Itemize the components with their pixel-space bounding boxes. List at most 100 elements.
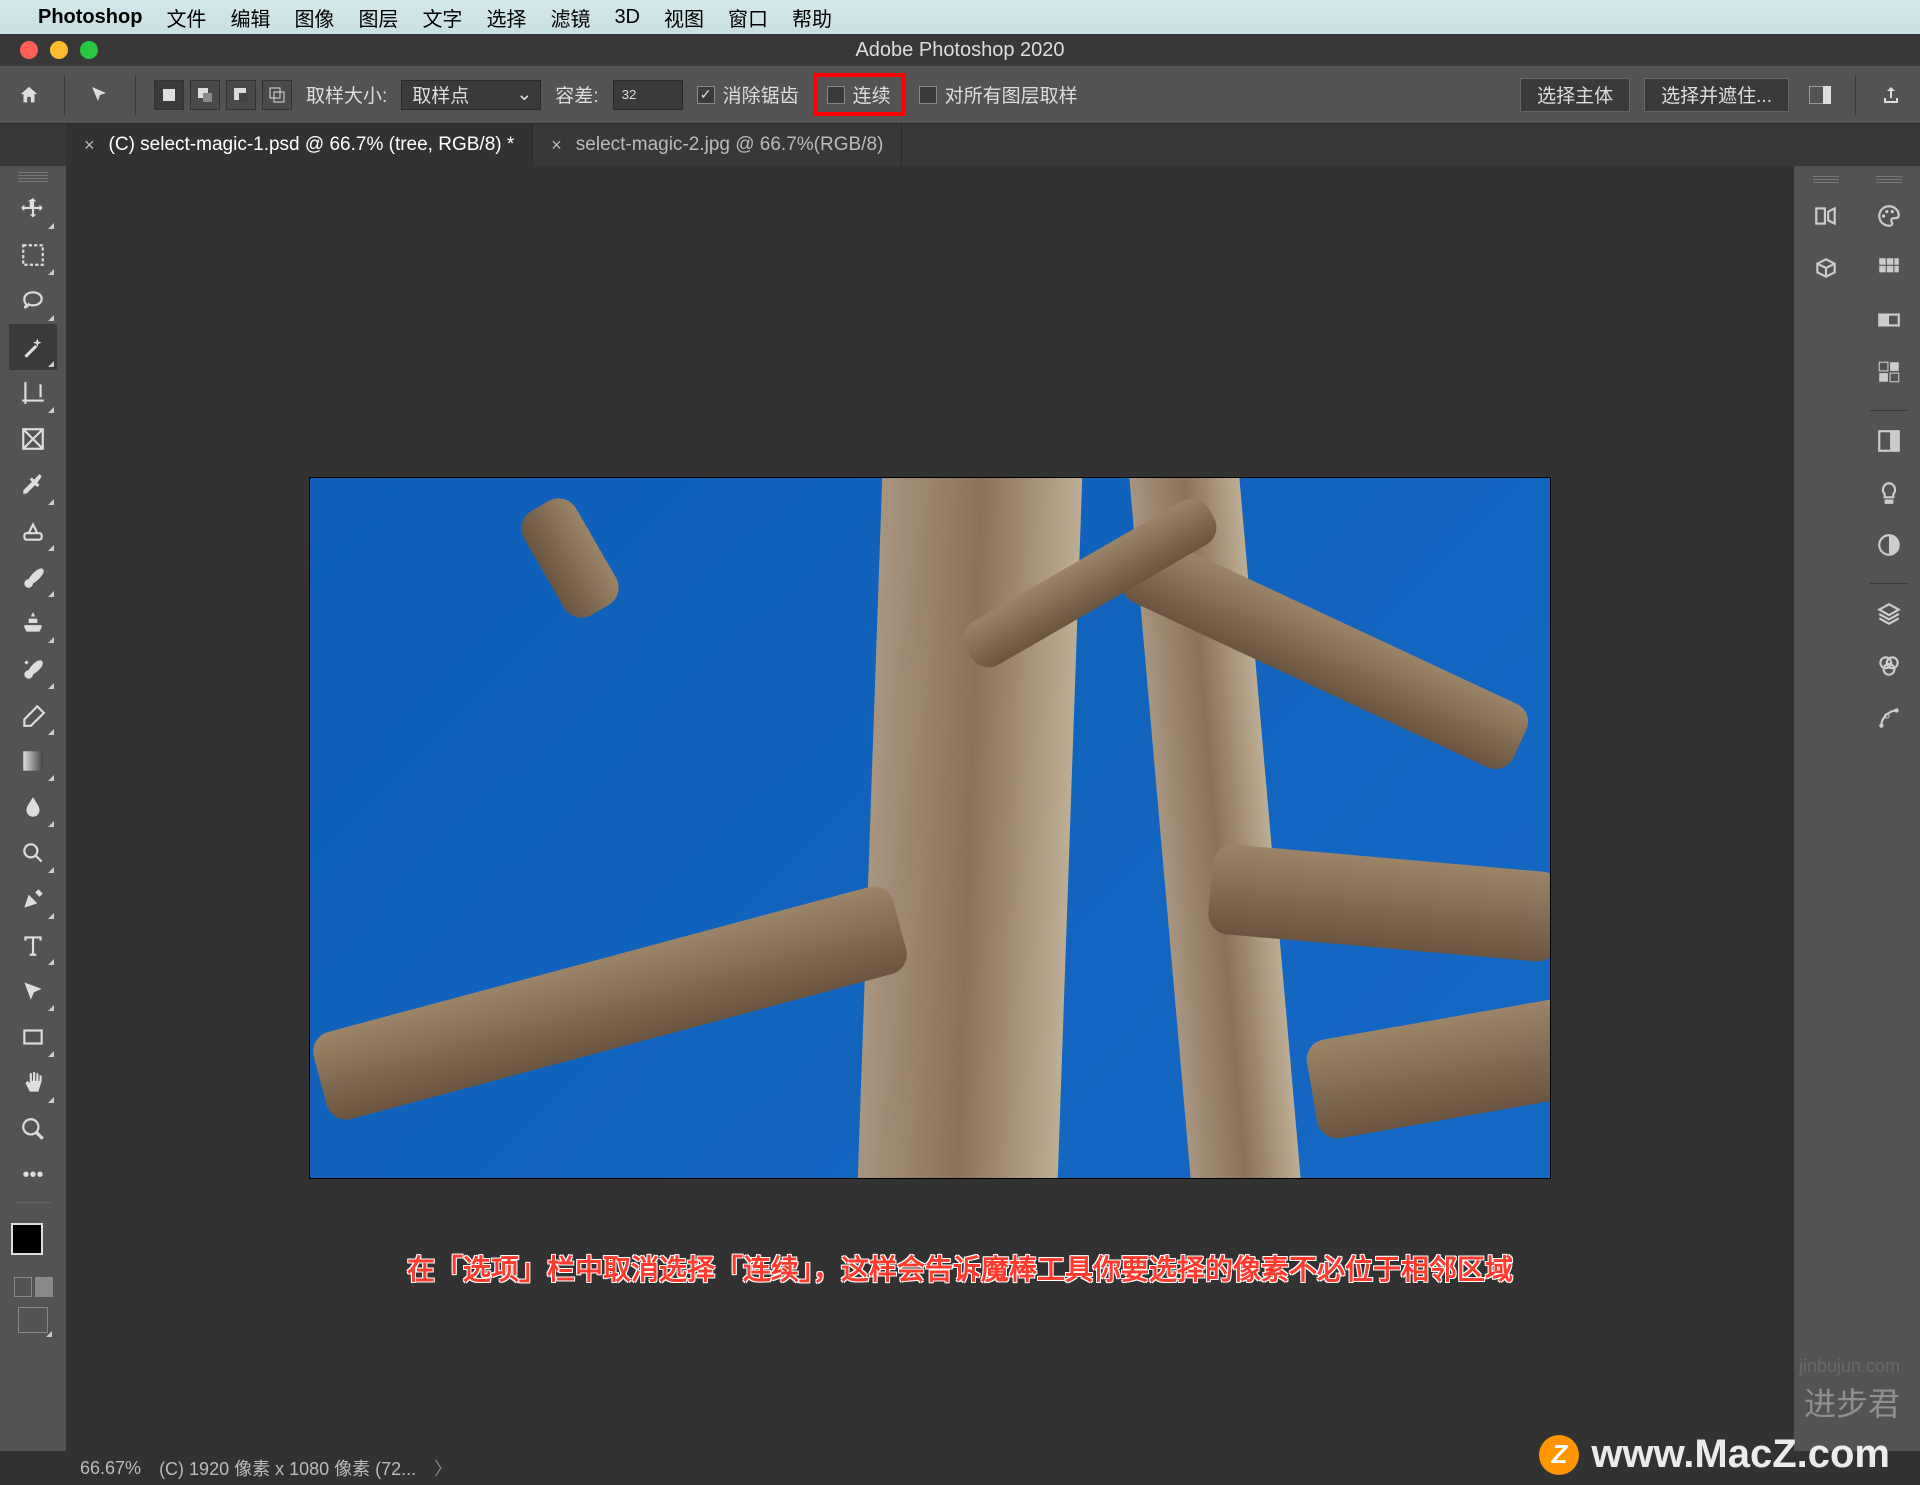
- maximize-window-icon[interactable]: [80, 41, 98, 59]
- chevron-right-icon[interactable]: 〉: [434, 1455, 452, 1481]
- edit-toolbar-icon[interactable]: •••: [9, 1152, 57, 1198]
- hand-tool[interactable]: [9, 1060, 57, 1106]
- menu-3d[interactable]: 3D: [614, 6, 640, 29]
- 3d-icon[interactable]: [1804, 246, 1848, 290]
- marquee-tool[interactable]: [9, 232, 57, 278]
- brush-tool[interactable]: [9, 554, 57, 600]
- tolerance-input[interactable]: [613, 80, 683, 110]
- history-brush-tool[interactable]: [9, 646, 57, 692]
- close-window-icon[interactable]: [20, 41, 38, 59]
- tolerance-label: 容差:: [555, 81, 598, 108]
- lasso-tool[interactable]: [9, 278, 57, 324]
- bulb-icon[interactable]: [1867, 471, 1911, 515]
- adjustments-icon[interactable]: [1867, 523, 1911, 567]
- tab-label: (C) select-magic-1.psd @ 66.7% (tree, RG…: [109, 134, 515, 156]
- color-icon[interactable]: [1867, 194, 1911, 238]
- instruction-overlay: 在「选项」栏中取消选择「连续」，这样会告诉魔棒工具你要选择的像素不必位于相邻区域: [407, 1248, 1513, 1288]
- contiguous-label: 连续: [853, 81, 891, 108]
- add-to-selection-icon[interactable]: [190, 80, 220, 110]
- intersect-selection-icon[interactable]: [262, 80, 292, 110]
- menu-window[interactable]: 窗口: [728, 3, 768, 32]
- menu-help[interactable]: 帮助: [792, 3, 832, 32]
- gradient-tool[interactable]: [9, 738, 57, 784]
- frame-tool[interactable]: [9, 416, 57, 462]
- contiguous-checkbox[interactable]: 连续: [827, 81, 891, 108]
- window-titlebar: Adobe Photoshop 2020: [0, 34, 1920, 66]
- watermark-author-url: jinbujun.com: [1799, 1356, 1900, 1377]
- mac-menubar: Photoshop 文件 编辑 图像 图层 文字 选择 滤镜 3D 视图 窗口 …: [0, 0, 1920, 34]
- move-tool[interactable]: [9, 186, 57, 232]
- right-panels: [1794, 166, 1920, 1451]
- menu-image[interactable]: 图像: [294, 3, 334, 32]
- menu-layer[interactable]: 图层: [358, 3, 398, 32]
- workspace-switcher-icon[interactable]: [1803, 78, 1837, 112]
- select-and-mask-button[interactable]: 选择并遮住...: [1644, 78, 1789, 112]
- antialias-checkbox[interactable]: 消除锯齿: [697, 81, 799, 108]
- panel-column-1: [1794, 166, 1857, 1451]
- quick-mask-toggle[interactable]: [14, 1277, 53, 1297]
- history-icon[interactable]: [1804, 194, 1848, 238]
- watermark-author: 进步君: [1804, 1379, 1900, 1425]
- antialias-label: 消除锯齿: [723, 81, 799, 108]
- eraser-tool[interactable]: [9, 692, 57, 738]
- gradients-icon[interactable]: [1867, 298, 1911, 342]
- color-swatches[interactable]: [11, 1215, 55, 1259]
- dodge-tool[interactable]: [9, 830, 57, 876]
- healing-brush-tool[interactable]: [9, 508, 57, 554]
- panel-grip-icon[interactable]: [1876, 176, 1902, 184]
- menu-select[interactable]: 选择: [486, 3, 526, 32]
- type-tool[interactable]: [9, 922, 57, 968]
- swatches-icon[interactable]: [1867, 246, 1911, 290]
- document-tab[interactable]: × (C) select-magic-1.psd @ 66.7% (tree, …: [66, 124, 533, 166]
- zoom-level[interactable]: 66.67%: [80, 1458, 141, 1479]
- menu-file[interactable]: 文件: [166, 3, 206, 32]
- foreground-color-swatch[interactable]: [11, 1223, 43, 1255]
- pen-tool[interactable]: [9, 876, 57, 922]
- menu-edit[interactable]: 编辑: [230, 3, 270, 32]
- patterns-icon[interactable]: [1867, 350, 1911, 394]
- minimize-window-icon[interactable]: [50, 41, 68, 59]
- panel-grip-icon[interactable]: [1813, 176, 1839, 184]
- menu-view[interactable]: 视图: [664, 3, 704, 32]
- tool-preset-picker[interactable]: [83, 78, 117, 112]
- magic-wand-tool[interactable]: [9, 324, 57, 370]
- select-subject-button[interactable]: 选择主体: [1520, 78, 1630, 112]
- path-selection-tool[interactable]: [9, 968, 57, 1014]
- selection-mode-group: [154, 80, 292, 110]
- screen-mode-icon[interactable]: [18, 1307, 48, 1333]
- document-tab[interactable]: × select-magic-2.jpg @ 66.7%(RGB/8): [533, 124, 902, 166]
- layers-icon[interactable]: [1867, 592, 1911, 636]
- close-tab-icon[interactable]: ×: [84, 135, 95, 156]
- crop-tool[interactable]: [9, 370, 57, 416]
- document-canvas[interactable]: [310, 478, 1550, 1178]
- subtract-from-selection-icon[interactable]: [226, 80, 256, 110]
- window-title: Adobe Photoshop 2020: [855, 39, 1064, 62]
- menu-type[interactable]: 文字: [422, 3, 462, 32]
- all-layers-label: 对所有图层取样: [945, 81, 1078, 108]
- document-tabs: × (C) select-magic-1.psd @ 66.7% (tree, …: [0, 124, 1920, 166]
- doc-info[interactable]: (C) 1920 像素 x 1080 像素 (72...: [159, 1455, 416, 1481]
- clone-stamp-tool[interactable]: [9, 600, 57, 646]
- eyedropper-tool[interactable]: [9, 462, 57, 508]
- checkbox-icon: [697, 86, 715, 104]
- menu-filter[interactable]: 滤镜: [550, 3, 590, 32]
- channels-icon[interactable]: [1867, 644, 1911, 688]
- app-name[interactable]: Photoshop: [38, 6, 142, 29]
- status-bar: 66.67% (C) 1920 像素 x 1080 像素 (72... 〉: [66, 1451, 1794, 1485]
- blur-tool[interactable]: [9, 784, 57, 830]
- z-logo-icon: Z: [1539, 1435, 1579, 1475]
- all-layers-checkbox[interactable]: 对所有图层取样: [919, 81, 1078, 108]
- new-selection-icon[interactable]: [154, 80, 184, 110]
- zoom-tool[interactable]: [9, 1106, 57, 1152]
- properties-icon[interactable]: [1867, 419, 1911, 463]
- share-icon[interactable]: [1874, 78, 1908, 112]
- checkbox-icon: [827, 86, 845, 104]
- home-button[interactable]: [12, 78, 46, 112]
- sample-size-select[interactable]: 取样点: [401, 80, 541, 110]
- close-tab-icon[interactable]: ×: [551, 135, 562, 156]
- rectangle-tool[interactable]: [9, 1014, 57, 1060]
- watermark-site: Z www.MacZ.com: [1539, 1432, 1890, 1477]
- tab-label: select-magic-2.jpg @ 66.7%(RGB/8): [576, 134, 884, 156]
- panel-grip-icon[interactable]: [18, 172, 48, 182]
- paths-icon[interactable]: [1867, 696, 1911, 740]
